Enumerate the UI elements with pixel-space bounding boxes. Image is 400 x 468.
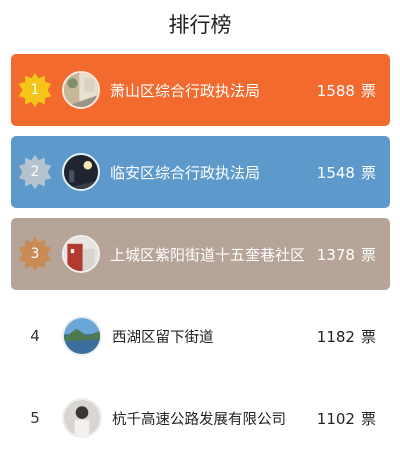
ranking-row-2[interactable]: 2 临安区综合行政执法局 1548 票: [11, 136, 390, 208]
page-title: 排行榜: [168, 13, 232, 37]
ranking-row-4[interactable]: 4 西湖区留下街道 1182 票: [11, 298, 390, 374]
avatar-photo-street-icon: [62, 71, 100, 109]
avatar-photo-river-icon: [62, 316, 102, 356]
vote-unit: 票: [360, 409, 376, 428]
vote-number: 1102: [316, 409, 355, 428]
vote-unit: 票: [360, 163, 376, 182]
unit-name: 临安区综合行政执法局: [110, 163, 261, 182]
vote-count: 1102 票: [317, 408, 376, 429]
rank-number: 4: [30, 327, 40, 345]
vote-unit: 票: [360, 245, 376, 264]
unit-name: 西湖区留下街道: [112, 329, 214, 346]
vote-number: 1588: [316, 81, 355, 100]
avatar-photo-night-icon: [62, 153, 100, 191]
ranking-row-5[interactable]: 5 杭千高速公路发展有限公司 1102 票: [11, 380, 390, 456]
rank-badge: 2: [12, 149, 58, 195]
avatar-photo-person-icon: [62, 398, 102, 438]
unit-name: 上城区紫阳街道十五奎巷社区: [110, 245, 306, 264]
vote-number: 1182: [316, 327, 355, 346]
vote-number: 1548: [316, 163, 355, 182]
rank-badge: 3: [12, 231, 58, 277]
unit-name: 萧山区综合行政执法局: [110, 81, 261, 100]
rank-number: 3: [30, 246, 40, 262]
vote-count: 1378 票: [317, 244, 376, 265]
vote-count: 1588 票: [317, 80, 376, 101]
rank-number: 5: [30, 409, 40, 427]
vote-count: 1548 票: [317, 162, 376, 183]
ranking-row-3[interactable]: 3 上城区紫阳街道十五奎巷社区 1378 票: [11, 218, 390, 290]
ranking-row-1[interactable]: 1 萧山区综合行政执法局 1588 票: [11, 54, 390, 126]
vote-unit: 票: [360, 327, 376, 346]
rank-badge: 5: [12, 395, 58, 441]
vote-number: 1378: [316, 245, 355, 264]
rank-badge: 4: [12, 313, 58, 359]
unit-name: 杭千高速公路发展有限公司: [112, 411, 286, 428]
rank-number: 2: [30, 164, 40, 180]
vote-count: 1182 票: [317, 326, 376, 347]
avatar-photo-building-icon: [62, 235, 100, 273]
rank-badge: 1: [12, 67, 58, 113]
rank-number: 1: [30, 82, 40, 98]
vote-unit: 票: [360, 81, 376, 100]
